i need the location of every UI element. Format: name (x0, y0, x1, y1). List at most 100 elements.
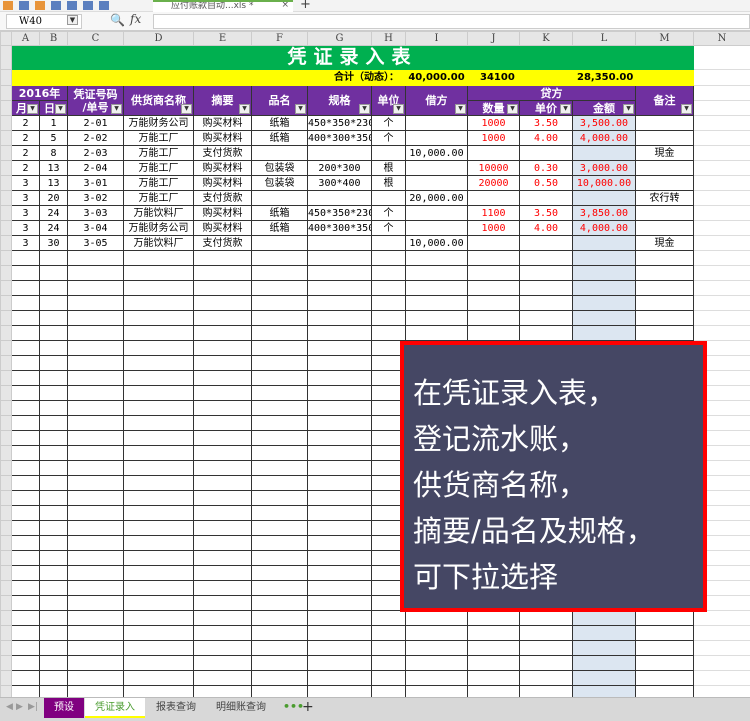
cell[interactable] (307, 520, 372, 536)
cell-voucher[interactable]: 2-01 (67, 115, 124, 131)
cell-qty[interactable] (467, 145, 520, 161)
cell[interactable] (635, 265, 694, 281)
cell[interactable] (39, 610, 68, 626)
cell[interactable] (193, 355, 252, 371)
cell-summary[interactable]: 购买材料 (193, 220, 252, 236)
cell[interactable] (251, 535, 308, 551)
cell[interactable] (193, 520, 252, 536)
cell-spec[interactable]: 400*300*350 (307, 220, 372, 236)
cell[interactable] (307, 550, 372, 566)
column-header-M[interactable]: M (635, 31, 694, 46)
cell[interactable] (193, 490, 252, 506)
cell[interactable] (193, 250, 252, 266)
print-preview-icon[interactable] (67, 1, 77, 10)
cell[interactable] (572, 265, 636, 281)
cell[interactable] (11, 250, 40, 266)
cell-debit[interactable] (405, 205, 468, 221)
cell[interactable] (371, 610, 406, 626)
cell[interactable] (67, 565, 124, 581)
cell[interactable] (123, 610, 194, 626)
cell[interactable] (193, 475, 252, 491)
cell-summary[interactable]: 购买材料 (193, 160, 252, 176)
cell[interactable] (519, 625, 573, 641)
cell[interactable] (519, 325, 573, 341)
cell[interactable] (11, 595, 40, 611)
cell[interactable] (11, 625, 40, 641)
cell[interactable] (635, 670, 694, 686)
sheet-tab-preset[interactable]: 预设 (44, 698, 84, 718)
cell[interactable] (251, 655, 308, 671)
cell[interactable] (467, 610, 520, 626)
cell-supplier[interactable]: 万能工厂 (123, 160, 194, 176)
cell-unit[interactable]: 根 (371, 175, 406, 191)
cell[interactable] (467, 625, 520, 641)
cell-unit[interactable] (371, 235, 406, 251)
cell[interactable] (572, 625, 636, 641)
cell[interactable] (39, 280, 68, 296)
cell-supplier[interactable]: 万能工厂 (123, 145, 194, 161)
cell[interactable] (193, 595, 252, 611)
cell-debit[interactable] (405, 175, 468, 191)
cell[interactable] (405, 310, 468, 326)
cell[interactable] (251, 370, 308, 386)
cell[interactable] (693, 130, 750, 146)
cell-supplier[interactable]: 万能饮料厂 (123, 235, 194, 251)
cell-amount[interactable]: 4,000.00 (572, 220, 636, 236)
cell[interactable] (307, 385, 372, 401)
cell-supplier[interactable]: 万能工厂 (123, 130, 194, 146)
cell[interactable] (39, 670, 68, 686)
cell[interactable] (371, 295, 406, 311)
cell-supplier[interactable]: 万能工厂 (123, 175, 194, 191)
cell-unit[interactable] (371, 145, 406, 161)
cell[interactable] (635, 280, 694, 296)
redo-icon[interactable] (99, 1, 109, 10)
cell[interactable] (11, 445, 40, 461)
cell[interactable] (123, 295, 194, 311)
cell[interactable] (251, 280, 308, 296)
column-header-E[interactable]: E (193, 31, 252, 46)
cell[interactable] (67, 310, 124, 326)
cell[interactable] (193, 625, 252, 641)
cell[interactable] (39, 460, 68, 476)
cell[interactable] (193, 610, 252, 626)
cell[interactable] (193, 535, 252, 551)
cell[interactable] (67, 670, 124, 686)
cell[interactable] (251, 295, 308, 311)
cell[interactable] (39, 265, 68, 281)
cell[interactable] (693, 625, 750, 641)
cell[interactable] (467, 250, 520, 266)
zoom-icon[interactable]: 🔍 (110, 13, 125, 27)
cell-amount[interactable]: 10,000.00 (572, 175, 636, 191)
cell[interactable] (123, 565, 194, 581)
cell[interactable] (193, 655, 252, 671)
filter-dropdown-icon[interactable]: ▼ (393, 104, 404, 114)
cell-price[interactable]: 3.50 (519, 115, 573, 131)
cell-amount[interactable] (572, 190, 636, 206)
cell[interactable] (572, 655, 636, 671)
cell[interactable] (693, 220, 750, 236)
cell[interactable] (251, 415, 308, 431)
cell[interactable] (123, 550, 194, 566)
cell[interactable] (251, 385, 308, 401)
column-header-B[interactable]: B (39, 31, 68, 46)
cell[interactable] (405, 325, 468, 341)
cell[interactable] (307, 580, 372, 596)
cell[interactable] (67, 430, 124, 446)
cell[interactable] (67, 400, 124, 416)
cell[interactable] (123, 265, 194, 281)
cell-product[interactable]: 包装袋 (251, 160, 308, 176)
cell-summary[interactable]: 支付货款 (193, 235, 252, 251)
cell[interactable] (307, 295, 372, 311)
cell[interactable] (67, 475, 124, 491)
cell[interactable] (193, 445, 252, 461)
cell[interactable] (635, 325, 694, 341)
cell-day[interactable]: 1 (39, 115, 68, 131)
cell[interactable] (123, 280, 194, 296)
cell[interactable] (572, 295, 636, 311)
cell[interactable] (251, 490, 308, 506)
cell[interactable] (693, 670, 750, 686)
cell-voucher[interactable]: 3-03 (67, 205, 124, 221)
cell[interactable] (251, 475, 308, 491)
cell-summary[interactable]: 支付货款 (193, 145, 252, 161)
cell[interactable] (519, 250, 573, 266)
